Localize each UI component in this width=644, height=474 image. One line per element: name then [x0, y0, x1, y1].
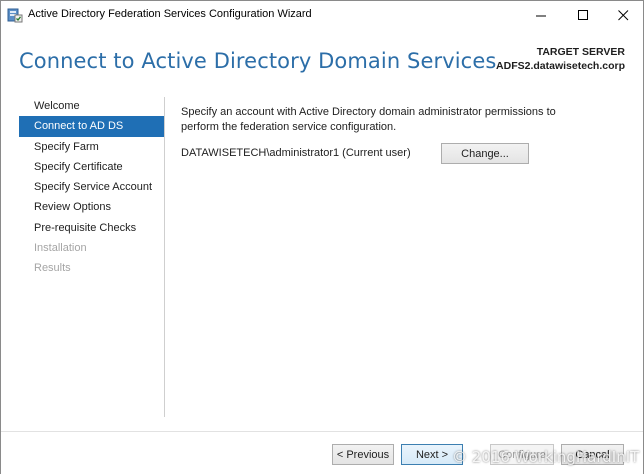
previous-button-label: < Previous [336, 448, 390, 461]
nav-item-connect-to-ad-ds[interactable]: Connect to AD DS [19, 116, 164, 137]
nav-item-specify-farm[interactable]: Specify Farm [19, 137, 164, 157]
nav-divider [164, 97, 165, 417]
nav-item-pre-requisite-checks[interactable]: Pre-requisite Checks [19, 218, 164, 238]
watermark: © 2016 WorkingHardInIT [452, 448, 640, 466]
account-value: DATAWISETECH\administrator1 (Current use… [181, 147, 411, 159]
account-row: DATAWISETECH\administrator1 (Current use… [181, 143, 621, 165]
description-text: Specify an account with Active Directory… [181, 106, 556, 133]
wizard-nav: Welcome Connect to AD DS Specify Farm Speci… [19, 96, 164, 279]
target-server-label: TARGET SERVER [536, 46, 625, 58]
page-header: Connect to Active Directory Domain Servi… [1, 29, 643, 95]
nav-item-specify-certificate[interactable]: Specify Certificate [19, 157, 164, 177]
main-content: Specify an account with Active Directory… [181, 105, 621, 164]
nav-item-welcome[interactable]: Welcome [19, 96, 164, 116]
change-button-label: Change... [461, 147, 509, 160]
page-title: Connect to Active Directory Domain Servi… [19, 49, 497, 73]
next-button-label: Next > [415, 448, 449, 461]
target-server-name: ADFS2.datawisetech.corp [496, 60, 625, 72]
title-bar: Active Directory Federation Services Con… [1, 1, 643, 29]
change-button[interactable]: Change... [441, 143, 529, 164]
nav-item-review-options[interactable]: Review Options [19, 197, 164, 217]
nav-item-installation: Installation [34, 242, 87, 255]
minimize-icon[interactable] [519, 1, 563, 29]
server-wizard-icon [7, 7, 23, 23]
maximize-icon[interactable] [561, 1, 605, 29]
nav-item-results: Results [34, 262, 71, 275]
window-title: Active Directory Federation Services Con… [28, 8, 312, 20]
nav-item-specify-service-account[interactable]: Specify Service Account [19, 177, 164, 197]
close-icon[interactable] [601, 1, 644, 29]
previous-button[interactable]: < Previous [332, 444, 394, 465]
wizard-window: Active Directory Federation Services Con… [0, 0, 644, 474]
